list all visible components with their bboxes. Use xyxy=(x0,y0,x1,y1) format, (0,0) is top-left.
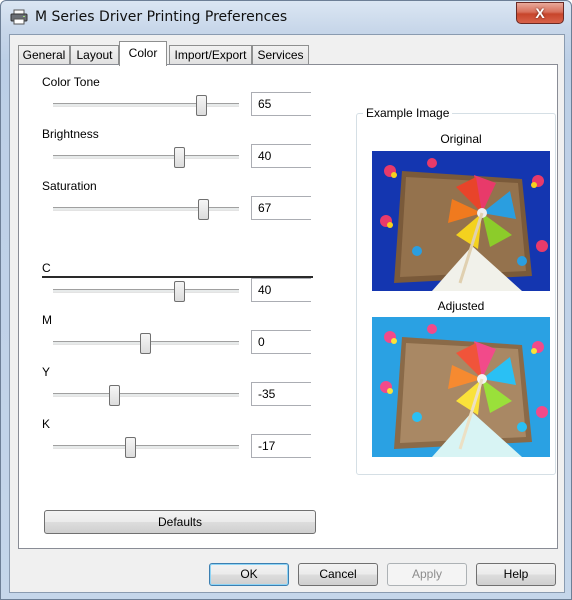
cyan-label: C xyxy=(42,261,51,275)
yellow-slider-thumb[interactable] xyxy=(109,385,120,406)
example-image-group: Example Image Original Adjusted xyxy=(356,106,556,475)
window-title: M Series Driver Printing Preferences xyxy=(35,9,288,25)
example-image-title: Example Image xyxy=(363,106,453,120)
brightness-label: Brightness xyxy=(42,127,99,141)
dialog-window: M Series Driver Printing Preferences X G… xyxy=(0,0,572,600)
magenta-slider-thumb[interactable] xyxy=(140,333,151,354)
yellow-label: Y xyxy=(42,365,51,379)
original-preview-image xyxy=(372,151,550,291)
black-track[interactable] xyxy=(53,445,239,449)
apply-button[interactable]: Apply xyxy=(387,563,467,586)
saturation-value-field[interactable]: 67 xyxy=(251,196,311,220)
black-value-field[interactable]: -17 xyxy=(251,434,311,458)
brightness-track[interactable] xyxy=(53,155,239,159)
cyan-slider-thumb[interactable] xyxy=(174,281,185,302)
color-tone-track[interactable] xyxy=(53,103,239,107)
title-bar[interactable]: M Series Driver Printing Preferences X xyxy=(1,1,571,33)
color-tab-panel: Color Tone 65 Brightness 40 Saturation 6… xyxy=(18,64,558,549)
cyan-track[interactable] xyxy=(53,289,239,293)
original-caption: Original xyxy=(440,132,482,146)
color-tone-value-field[interactable]: 65 xyxy=(251,92,311,116)
color-tone-label: Color Tone xyxy=(42,75,100,89)
magenta-value-field[interactable]: 0 xyxy=(251,330,311,354)
close-button[interactable]: X xyxy=(516,2,564,24)
saturation-track[interactable] xyxy=(53,207,239,211)
black-slider-thumb[interactable] xyxy=(125,437,136,458)
yellow-track[interactable] xyxy=(53,393,239,397)
adjusted-preview-image xyxy=(372,317,550,457)
color-tone-slider-thumb[interactable] xyxy=(196,95,207,116)
black-label: K xyxy=(42,417,51,431)
magenta-label: M xyxy=(42,313,52,327)
close-icon: X xyxy=(535,5,545,21)
saturation-slider-thumb[interactable] xyxy=(198,199,209,220)
dialog-client-area: General Layout Color Import/Export Servi… xyxy=(9,34,565,593)
printer-icon xyxy=(10,9,28,25)
tab-layout[interactable]: Layout xyxy=(70,45,119,65)
help-button[interactable]: Help xyxy=(476,563,556,586)
defaults-button[interactable]: Defaults xyxy=(44,510,316,534)
adjusted-caption: Adjusted xyxy=(437,299,485,313)
cyan-value-field[interactable]: 40 xyxy=(251,278,311,302)
yellow-value-field[interactable]: -35 xyxy=(251,382,311,406)
tab-general[interactable]: General xyxy=(18,45,70,65)
ok-button[interactable]: OK xyxy=(209,563,289,586)
tab-color[interactable]: Color xyxy=(119,41,167,66)
saturation-label: Saturation xyxy=(42,179,97,193)
cancel-button[interactable]: Cancel xyxy=(298,563,378,586)
tab-services[interactable]: Services xyxy=(252,45,309,65)
brightness-value-field[interactable]: 40 xyxy=(251,144,311,168)
tab-import-export[interactable]: Import/Export xyxy=(169,45,252,65)
brightness-slider-thumb[interactable] xyxy=(174,147,185,168)
